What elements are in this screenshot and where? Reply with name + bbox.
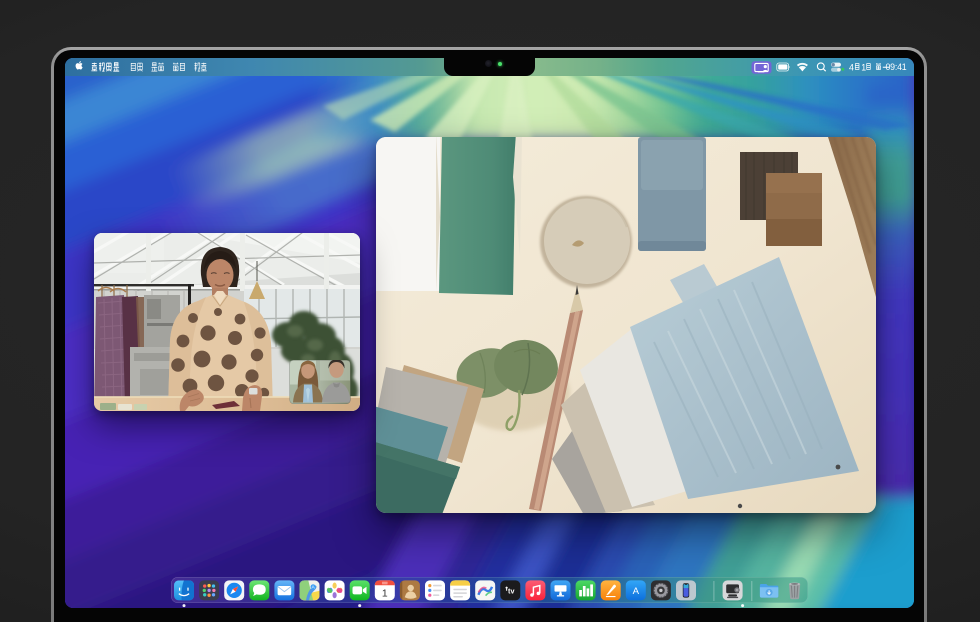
svg-text:1: 1	[861, 62, 866, 72]
svg-text:A: A	[633, 586, 640, 597]
svg-text:1: 1	[382, 588, 388, 599]
svg-text:4: 4	[849, 62, 854, 72]
svg-text:tv: tv	[508, 586, 514, 595]
